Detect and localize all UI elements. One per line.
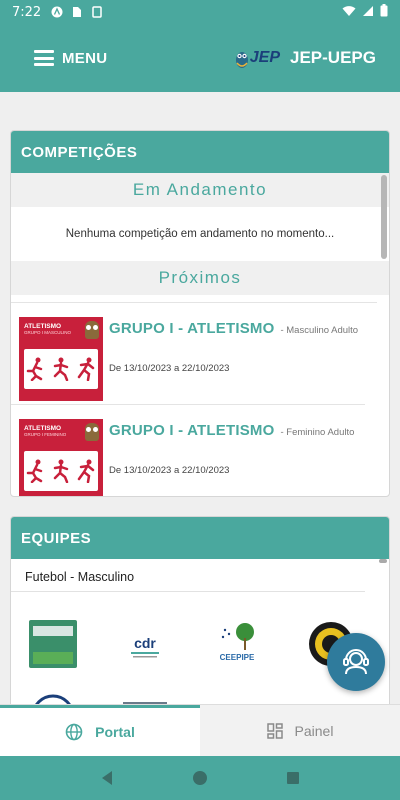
battery-icon xyxy=(380,4,388,20)
competition-item[interactable]: ATLETISMO GRUPO I MASCULINO GRUPO I - AT… xyxy=(11,303,365,404)
scrollbar[interactable] xyxy=(381,173,387,496)
cdr-text: cdr xyxy=(134,635,156,651)
tab-portal-label: Portal xyxy=(95,724,135,740)
logo-text: JEP xyxy=(249,49,281,66)
competition-item[interactable]: ATLETISMO GRUPO I FEMININO GRUPO I - ATL… xyxy=(11,404,365,496)
equipes-body[interactable]: Futebol - Masculino cdr CEEPIPE xyxy=(11,559,389,715)
competition-title: GRUPO I - ATLETISMO xyxy=(109,320,275,337)
sim-card-icon xyxy=(71,6,83,18)
brand: JEP JEP-UEPG xyxy=(235,47,376,69)
competition-dates: De 13/10/2023 a 22/10/2023 xyxy=(109,363,230,374)
competicoes-header: COMPETIÇÕES xyxy=(11,131,389,173)
em-andamento-title: Em Andamento xyxy=(11,173,389,207)
competition-thumbnail: ATLETISMO GRUPO I FEMININO xyxy=(19,419,103,496)
app-notification-icon xyxy=(51,6,63,18)
support-agent-icon xyxy=(343,649,369,675)
runner-icon xyxy=(53,459,69,483)
main-content: COMPETIÇÕES Em Andamento Nenhuma competi… xyxy=(0,92,400,716)
proximos-title: Próximos xyxy=(11,261,389,295)
owl-mascot-icon xyxy=(85,321,99,339)
support-button[interactable] xyxy=(327,633,385,691)
empty-message: Nenhuma competição em andamento no momen… xyxy=(65,228,335,240)
system-nav-bar xyxy=(0,756,400,800)
wifi-icon xyxy=(342,5,356,20)
thumb-subtitle: GRUPO I MASCULINO xyxy=(24,330,72,335)
competition-title-row: GRUPO I - ATLETISMO - Masculino Adulto xyxy=(109,320,365,337)
competition-title-row: GRUPO I - ATLETISMO - Feminino Adulto xyxy=(109,422,365,439)
scrollbar-thumb[interactable] xyxy=(381,175,387,259)
owl-mascot-icon xyxy=(85,423,99,441)
globe-icon xyxy=(65,723,83,741)
owl-logo-icon xyxy=(235,52,248,68)
team-category: Futebol - Masculino xyxy=(11,559,365,592)
competition-category: - Feminino Adulto xyxy=(280,427,355,438)
runner-icon xyxy=(27,459,43,483)
competicoes-body[interactable]: Em Andamento Nenhuma competição em andam… xyxy=(11,173,389,496)
runners-panel xyxy=(24,349,98,389)
team-logo-building[interactable] xyxy=(29,620,77,668)
competition-title: GRUPO I - ATLETISMO xyxy=(109,422,275,439)
runner-icon xyxy=(77,459,94,483)
recents-square-icon xyxy=(287,772,300,784)
proximos-list: ATLETISMO GRUPO I MASCULINO GRUPO I - AT… xyxy=(11,302,377,496)
competition-dates: De 13/10/2023 a 22/10/2023 xyxy=(109,465,230,476)
back-button[interactable] xyxy=(95,766,119,790)
status-time: 7:22 xyxy=(12,4,42,20)
competition-thumbnail: ATLETISMO GRUPO I MASCULINO xyxy=(19,317,103,401)
status-bar: 7:22 xyxy=(0,0,400,24)
runner-icon xyxy=(77,357,94,381)
tab-painel-label: Painel xyxy=(294,722,334,739)
tab-portal[interactable]: Portal xyxy=(0,705,200,756)
runner-icon xyxy=(27,357,43,381)
recents-button[interactable] xyxy=(281,766,305,790)
runner-icon xyxy=(53,357,69,381)
thumb-subtitle: GRUPO I FEMININO xyxy=(24,432,67,437)
team-logo-ceepipe[interactable]: CEEPIPE xyxy=(213,620,261,668)
menu-label: MENU xyxy=(62,49,108,67)
ceepipe-text: CEEPIPE xyxy=(220,653,255,662)
home-circle-icon xyxy=(192,771,207,785)
bottom-tab-bar: Portal Painel xyxy=(0,704,400,756)
tab-painel[interactable]: Painel xyxy=(200,705,400,756)
equipes-card: EQUIPES Futebol - Masculino cdr CEEPIPE xyxy=(10,516,390,716)
jep-logo: JEP xyxy=(235,47,280,69)
competicoes-card: COMPETIÇÕES Em Andamento Nenhuma competi… xyxy=(10,130,390,497)
back-triangle-icon xyxy=(101,771,112,785)
file-icon xyxy=(91,6,103,18)
thumb-title: ATLETISMO xyxy=(24,323,62,330)
signal-icon xyxy=(362,5,374,20)
competition-info: GRUPO I - ATLETISMO - Masculino Adulto D… xyxy=(103,317,365,374)
app-name: JEP-UEPG xyxy=(290,48,376,67)
runners-panel xyxy=(24,451,98,491)
competition-info: GRUPO I - ATLETISMO - Feminino Adulto De… xyxy=(103,419,365,476)
hamburger-icon xyxy=(34,50,54,66)
scrollbar-thumb[interactable] xyxy=(379,559,387,563)
home-button[interactable] xyxy=(188,766,212,790)
dashboard-icon xyxy=(266,722,283,739)
team-logo-cdr[interactable]: cdr xyxy=(121,622,169,670)
equipes-header: EQUIPES xyxy=(11,517,389,559)
competition-category: - Masculino Adulto xyxy=(280,325,359,336)
menu-button[interactable]: MENU xyxy=(34,50,107,67)
app-header: MENU JEP JEP-UEPG xyxy=(0,24,400,92)
thumb-title: ATLETISMO xyxy=(24,425,62,432)
